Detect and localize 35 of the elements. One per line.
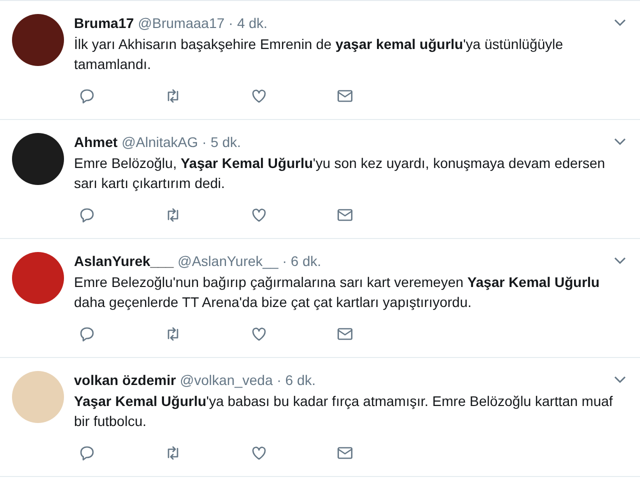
reply-icon[interactable] (78, 325, 96, 343)
mail-icon[interactable] (336, 87, 354, 105)
user-handle[interactable]: @AslanYurek__ (178, 252, 278, 270)
tweet-text: Emre Belezoğlu'nun bağırıp çağırmalarına sarı kart veremeyen Yaşar Kemal Uğurlu daha geçenlerde TT Arena'da bize çat çat kartları yapıştırıyordu. (74, 273, 601, 312)
user-handle[interactable]: @Brumaaa17 (138, 14, 225, 32)
avatar-photo-placeholder[interactable] (12, 14, 64, 66)
user-name[interactable]: Ahmet (74, 133, 118, 151)
heart-icon[interactable] (250, 87, 268, 105)
user-handle[interactable]: @AlnitakAG (122, 133, 198, 151)
heart-icon[interactable] (250, 325, 268, 343)
reply-icon[interactable] (78, 444, 96, 462)
heart-icon[interactable] (250, 206, 268, 224)
mail-icon[interactable] (336, 444, 354, 462)
tweet-text: İlk yarı Akhisarın başakşehire Emrenin de yaşar kemal uğurlu'ya üstünlüğüyle tamamlandı. (74, 35, 564, 74)
tweet-time[interactable]: · 6 dk. (282, 252, 322, 270)
user-name[interactable]: AslanYurek___ (74, 252, 174, 270)
mail-icon[interactable] (336, 325, 354, 343)
tweet-text: Emre Belözoğlu, Yaşar Kemal Uğurlu'yu son kez uyardı, konuşmaya devam edersen sarı kartı çıkartırım dedi. (74, 154, 606, 193)
user-name[interactable]: Bruma17 (74, 14, 134, 32)
user-name[interactable]: volkan özdemir (74, 371, 176, 389)
chevron-down-icon[interactable] (614, 257, 626, 265)
avatar-photo-placeholder[interactable] (12, 133, 64, 185)
tweet-time[interactable]: · 5 dk. (202, 133, 241, 151)
reply-icon[interactable] (78, 206, 96, 224)
tweet-text: Yaşar Kemal Uğurlu'ya babası bu kadar fırça atmamışır. Emre Belözoğlu karttan muaf bir futbolcu. (74, 392, 614, 431)
avatar-photo-placeholder[interactable] (12, 252, 64, 304)
user-handle[interactable]: @volkan_veda (180, 371, 273, 389)
chevron-down-icon[interactable] (614, 19, 626, 27)
tweet-time[interactable]: · 6 dk. (276, 371, 316, 389)
mail-icon[interactable] (336, 206, 354, 224)
chevron-down-icon[interactable] (614, 376, 626, 384)
reply-icon[interactable] (78, 87, 96, 105)
tweet-time[interactable]: · 4 dk. (228, 14, 268, 32)
heart-icon[interactable] (250, 444, 268, 462)
chevron-down-icon[interactable] (614, 138, 626, 146)
